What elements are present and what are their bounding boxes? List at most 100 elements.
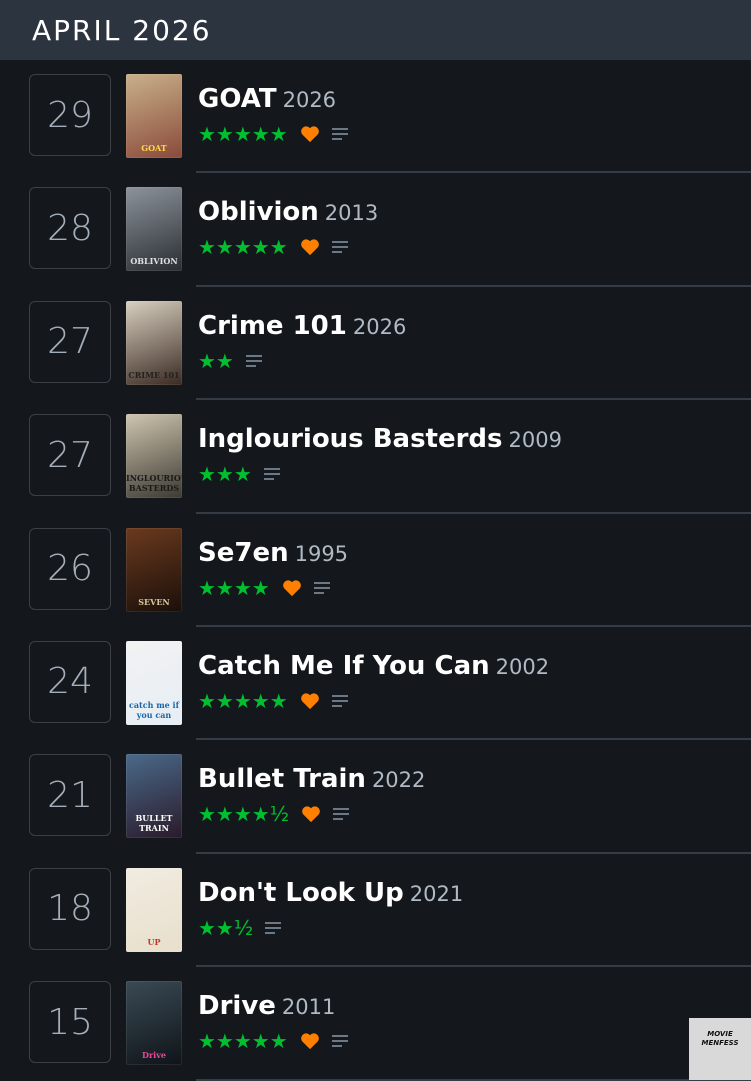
star-rating: ★★★★★ — [198, 122, 288, 146]
title-line: Inglourious Basterds 2009 — [198, 424, 751, 454]
rating-line: ★★ — [198, 349, 751, 373]
heart-icon — [282, 579, 301, 596]
review-lines-icon[interactable] — [245, 354, 262, 367]
title-line: Oblivion 2013 — [198, 197, 751, 227]
day-box[interactable]: 15 — [29, 981, 111, 1064]
film-year[interactable]: 2002 — [496, 655, 549, 679]
diary-entry[interactable]: 24 catch me if you can Catch Me If You C… — [0, 627, 751, 741]
diary-entry[interactable]: 28 OBLIVION Oblivion 2013 ★★★★★ — [0, 173, 751, 287]
day-box[interactable]: 26 — [29, 527, 111, 610]
film-poster[interactable]: CRIME 101 — [126, 300, 182, 385]
film-title[interactable]: Crime 101 — [198, 311, 347, 341]
film-info: Se7en 1995 ★★★★ — [198, 538, 751, 600]
heart-icon — [300, 126, 319, 143]
film-year[interactable]: 2009 — [509, 428, 562, 452]
film-year[interactable]: 2013 — [325, 201, 378, 225]
review-lines-icon[interactable] — [313, 581, 330, 594]
film-title[interactable]: Oblivion — [198, 197, 319, 227]
rating-line: ★★★★★ — [198, 1029, 751, 1053]
day-box[interactable]: 21 — [29, 754, 111, 837]
film-year[interactable]: 2021 — [410, 882, 463, 906]
review-lines-icon[interactable] — [331, 241, 348, 254]
star-rating: ★★ — [198, 348, 234, 373]
film-poster[interactable]: INGLOURIOUS BASTERDS — [126, 414, 182, 499]
diary-entry[interactable]: 26 SEVEN Se7en 1995 ★★★★ — [0, 514, 751, 627]
month-header: APRIL 2026 — [0, 0, 751, 60]
star-rating: ★★½ — [198, 915, 254, 940]
watermark-line2: MENFESS — [701, 1039, 739, 1047]
title-line: Crime 101 2026 — [198, 311, 751, 341]
film-year[interactable]: 2011 — [282, 995, 335, 1019]
film-year[interactable]: 2026 — [353, 315, 406, 339]
film-poster[interactable]: OBLIVION — [126, 187, 182, 272]
heart-icon — [302, 806, 320, 823]
poster-text: GOAT — [141, 143, 167, 153]
review-lines-icon[interactable] — [263, 468, 280, 481]
day-box[interactable]: 27 — [29, 414, 111, 497]
film-info: Oblivion 2013 ★★★★★ — [198, 197, 751, 259]
poster-text: BULLET TRAIN — [135, 813, 173, 834]
diary-entry[interactable]: 27 CRIME 101 Crime 101 2026 ★★ — [0, 287, 751, 401]
star-rating: ★★★★★ — [198, 688, 288, 713]
title-line: Don't Look Up 2021 — [198, 878, 751, 908]
heart-icon — [300, 1033, 319, 1050]
review-lines-icon[interactable] — [331, 694, 348, 707]
star-rating: ★★★★★ — [198, 235, 288, 260]
film-title[interactable]: Catch Me If You Can — [198, 651, 490, 681]
diary-entry[interactable]: 27 INGLOURIOUS BASTERDS Inglourious Bast… — [0, 400, 751, 514]
day-box[interactable]: 28 — [29, 187, 111, 270]
title-line: Se7en 1995 — [198, 538, 751, 568]
film-poster[interactable]: GOAT — [126, 74, 182, 158]
day-box[interactable]: 27 — [29, 300, 111, 383]
star-rating: ★★★★½ — [198, 802, 290, 827]
film-year[interactable]: 1995 — [295, 542, 348, 566]
film-title[interactable]: Inglourious Basterds — [198, 424, 503, 454]
film-info: Bullet Train 2022 ★★★★½ — [198, 764, 751, 826]
film-title[interactable]: GOAT — [198, 84, 277, 114]
day-box[interactable]: 24 — [29, 640, 111, 723]
review-lines-icon[interactable] — [265, 921, 282, 934]
rating-line: ★★★ — [198, 462, 751, 486]
film-title[interactable]: Don't Look Up — [198, 878, 404, 908]
rating-line: ★★★★★ — [198, 689, 751, 713]
diary-entry[interactable]: 18 UP Don't Look Up 2021 ★★½ — [0, 854, 751, 968]
film-info: Inglourious Basterds 2009 ★★★ — [198, 424, 751, 486]
poster-text: UP — [147, 936, 161, 947]
film-poster[interactable]: catch me if you can — [126, 640, 182, 725]
rating-line: ★★★★ — [198, 576, 751, 600]
film-title[interactable]: Se7en — [198, 538, 289, 568]
diary-entry[interactable]: 15 Drive Drive 2011 ★★★★★ — [0, 967, 751, 1081]
day-box[interactable]: 18 — [29, 867, 111, 950]
diary-list: 29 GOAT GOAT 2026 ★★★★★ 28 OBLIVION Obliv… — [0, 60, 751, 1081]
title-line: GOAT 2026 — [198, 84, 751, 114]
title-line: Catch Me If You Can 2002 — [198, 651, 751, 681]
poster-text: Drive — [142, 1050, 166, 1061]
film-poster[interactable]: SEVEN — [126, 527, 182, 612]
title-line: Bullet Train 2022 — [198, 764, 751, 794]
review-lines-icon[interactable] — [333, 808, 350, 821]
film-title[interactable]: Drive — [198, 991, 276, 1021]
rating-line: ★★★★½ — [198, 802, 751, 826]
poster-text: OBLIVION — [130, 256, 178, 267]
film-info: Crime 101 2026 ★★ — [198, 311, 751, 373]
day-box[interactable]: 29 — [29, 74, 111, 156]
film-info: Catch Me If You Can 2002 ★★★★★ — [198, 651, 751, 713]
film-title[interactable]: Bullet Train — [198, 764, 366, 794]
film-info: Drive 2011 ★★★★★ — [198, 991, 751, 1053]
film-info: GOAT 2026 ★★★★★ — [198, 84, 751, 146]
poster-text: SEVEN — [138, 596, 170, 607]
film-year[interactable]: 2022 — [372, 768, 425, 792]
film-poster[interactable]: Drive — [126, 981, 182, 1066]
review-lines-icon[interactable] — [331, 1035, 348, 1048]
poster-text: INGLOURIOUS BASTERDS — [126, 473, 182, 494]
film-poster[interactable]: BULLET TRAIN — [126, 754, 182, 839]
film-poster[interactable]: UP — [126, 867, 182, 952]
diary-entry[interactable]: 21 BULLET TRAIN Bullet Train 2022 ★★★★½ — [0, 740, 751, 854]
watermark-logo: MOVIE MENFESS — [689, 1018, 751, 1080]
film-year[interactable]: 2026 — [283, 88, 336, 112]
diary-entry[interactable]: 29 GOAT GOAT 2026 ★★★★★ — [0, 60, 751, 174]
star-rating: ★★★ — [198, 462, 252, 487]
poster-text: catch me if you can — [128, 699, 180, 720]
rating-line: ★★★★★ — [198, 235, 751, 259]
review-lines-icon[interactable] — [331, 128, 348, 140]
